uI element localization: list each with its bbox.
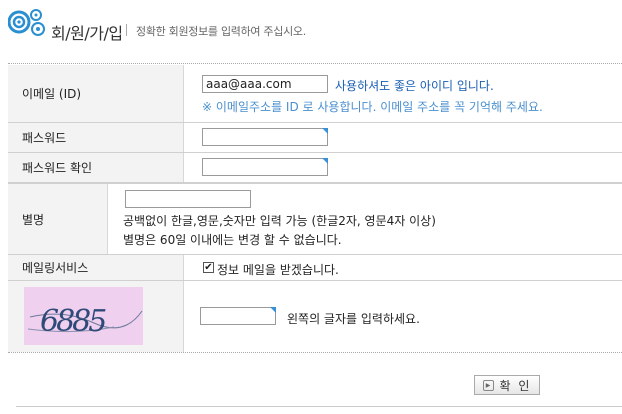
mailing-label: 메일링서비스 [8,255,184,280]
nickname-label: 별명 [8,184,108,254]
logo-icon [8,9,45,36]
email-input[interactable] [202,75,328,93]
email-label: 이메일 (ID) [8,65,184,122]
confirm-button-label: 확 인 [499,378,532,393]
password-input[interactable] [202,128,328,146]
password-confirm-input[interactable] [202,158,328,176]
email-hint: ※ 이메일주소를 ID 로 사용합니다. 이메일 주소를 꼭 기억해 주세요. [202,100,543,114]
captcha-image: 6885 [24,287,143,345]
password-confirm-row: 패스워드 확인 [8,153,622,183]
input-corner-mark [270,307,276,313]
captcha-cell: 6885 [8,281,184,352]
page-title: 회/원/가/입 [51,24,123,43]
mailing-checkbox-label[interactable]: 정보 메일을 받겠습니다. [217,261,339,278]
input-corner-mark [322,128,328,134]
captcha-instruction: 왼쪽의 글자를 입력하세요. [287,312,420,326]
captcha-input[interactable] [200,307,276,325]
email-status: 사용하셔도 좋은 아이디 입니다. [335,79,494,93]
play-icon: ▶ [482,379,494,391]
password-row: 패스워드 [8,123,622,153]
page-header: 회/원/가/입 정확한 회원정보를 입력하여 주십시오. [8,8,622,48]
password-confirm-label: 패스워드 확인 [8,153,184,182]
title-divider [126,24,127,36]
nickname-help-2: 별명은 60일 이내에는 변경 할 수 없습니다. [123,233,342,247]
signup-form: 이메일 (ID) 사용하셔도 좋은 아이디 입니다. ※ 이메일주소를 ID 로… [8,63,622,353]
nickname-help-1: 공백없이 한글,영문,숫자만 입력 가능 (한글2자, 영문4자 이상) [123,214,436,228]
page-subtitle: 정확한 회원정보를 입력하여 주십시오. [136,25,306,38]
bottom-rule [16,406,622,407]
password-label: 패스워드 [8,123,184,152]
confirm-button[interactable]: ▶ 확 인 [474,375,540,395]
captcha-graphic: 6885 [27,304,143,339]
nickname-input[interactable] [125,190,251,208]
mailing-checkbox[interactable]: ✔ [203,262,214,273]
input-corner-mark [322,158,328,164]
nickname-row: 별명 공백없이 한글,영문,숫자만 입력 가능 (한글2자, 영문4자 이상) … [8,183,622,255]
email-row: 이메일 (ID) 사용하셔도 좋은 아이디 입니다. ※ 이메일주소를 ID 로… [8,65,622,123]
captcha-text: 6885 [40,304,106,339]
captcha-row: 6885 왼쪽의 글자를 입력하세요. [8,281,622,353]
mailing-row: 메일링서비스 ✔ 정보 메일을 받겠습니다. [8,255,622,281]
